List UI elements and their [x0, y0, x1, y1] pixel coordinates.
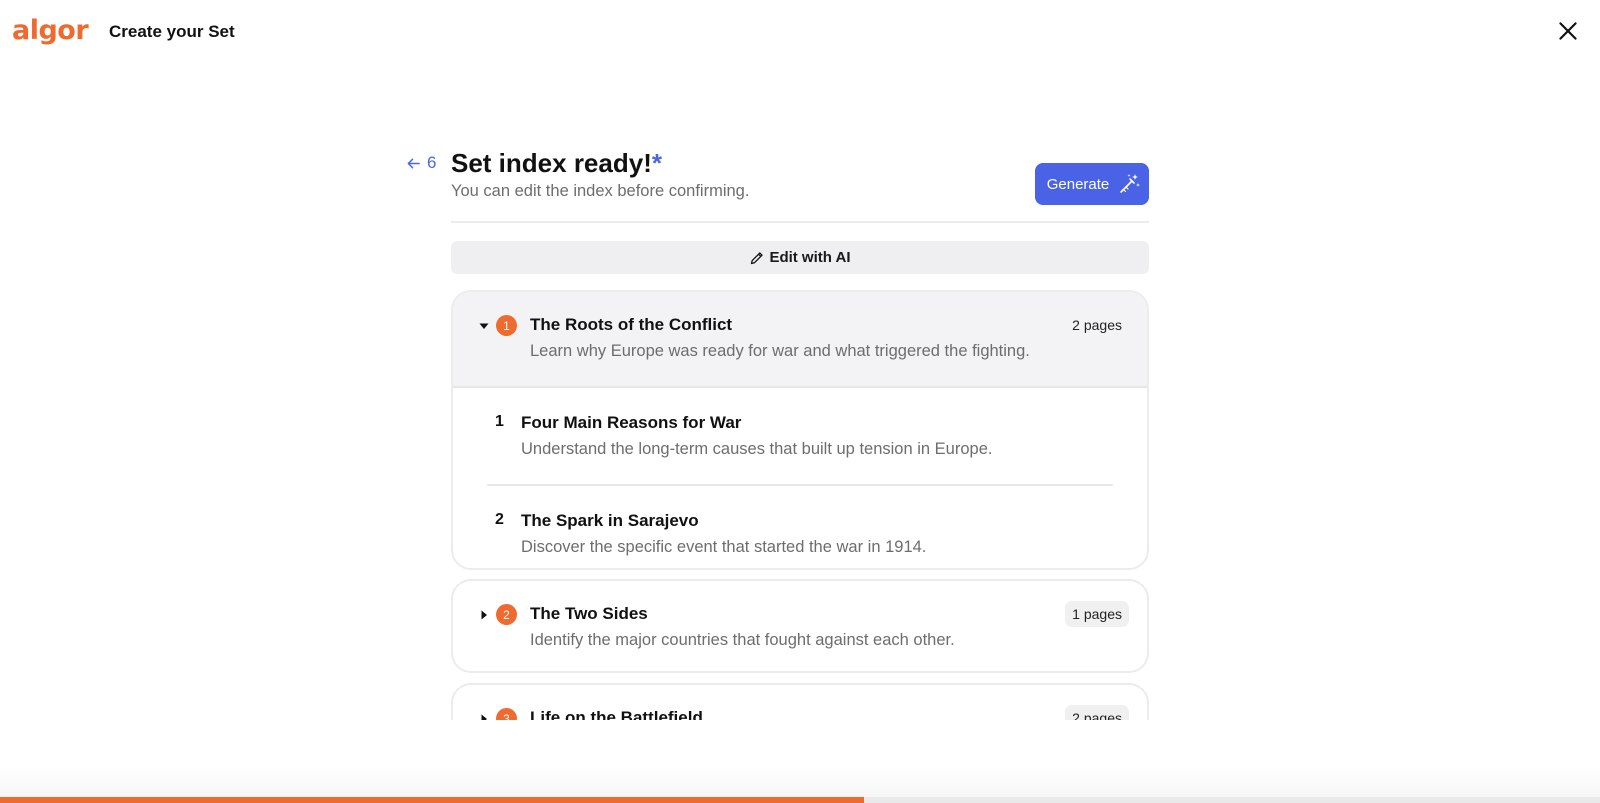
generate-button[interactable]: Generate	[1035, 163, 1149, 205]
subsection-description: Discover the specific event that started…	[521, 538, 927, 556]
bottom-fade	[0, 720, 1600, 803]
section-header[interactable]: 2 The Two Sides Identify the major count…	[453, 581, 1147, 671]
header-divider	[451, 221, 1149, 223]
caret-down-icon[interactable]	[478, 320, 490, 332]
back-button[interactable]: 6	[406, 153, 436, 173]
heading: Set index ready!*	[451, 146, 662, 180]
section-number-badge: 2	[496, 604, 517, 625]
subsection-number: 1	[495, 413, 504, 430]
section-card: 1 The Roots of the Conflict Learn why Eu…	[451, 290, 1149, 570]
section-description: Learn why Europe was ready for war and w…	[530, 342, 1030, 360]
edit-with-ai-label: Edit with AI	[769, 249, 851, 266]
section-title: The Roots of the Conflict	[530, 315, 733, 334]
back-step-number: 6	[427, 153, 437, 172]
progress-bar-fill	[0, 797, 864, 803]
subsection-item[interactable]: 2 The Spark in Sarajevo Discover the spe…	[453, 486, 1147, 568]
edit-with-ai-button[interactable]: Edit with AI	[451, 241, 1149, 274]
arrow-left-icon	[407, 158, 420, 168]
caret-right-icon[interactable]	[478, 609, 490, 621]
heading-text: Set index ready!	[451, 148, 652, 178]
subheading: You can edit the index before confirming…	[451, 182, 750, 200]
close-icon	[1559, 22, 1577, 40]
page-title: Create your Set	[109, 22, 235, 41]
subsection-number: 2	[495, 511, 504, 528]
generate-label: Generate	[1046, 175, 1110, 193]
set-index-panel: 6 Set index ready!* You can edit the ind…	[400, 140, 1150, 730]
subsection-title: The Spark in Sarajevo	[521, 511, 699, 530]
section-card: 2 The Two Sides Identify the major count…	[451, 579, 1149, 673]
magic-wand-icon	[1120, 174, 1141, 193]
close-button[interactable]	[1555, 18, 1581, 44]
section-number-badge: 1	[496, 315, 517, 336]
pencil-icon	[751, 251, 764, 264]
section-description: Identify the major countries that fought…	[530, 631, 955, 649]
subsection-item[interactable]: 1 Four Main Reasons for War Understand t…	[453, 388, 1147, 484]
pages-badge: 1 pages	[1065, 601, 1129, 627]
progress-bar	[0, 797, 1600, 803]
section-header[interactable]: 1 The Roots of the Conflict Learn why Eu…	[453, 292, 1147, 388]
subsection-description: Understand the long-term causes that bui…	[521, 440, 993, 458]
pages-badge: 2 pages	[1072, 317, 1122, 333]
section-title: The Two Sides	[530, 604, 648, 623]
subsection-title: Four Main Reasons for War	[521, 413, 742, 432]
heading-asterisk: *	[651, 148, 662, 178]
algor-logo: algor	[12, 15, 89, 46]
